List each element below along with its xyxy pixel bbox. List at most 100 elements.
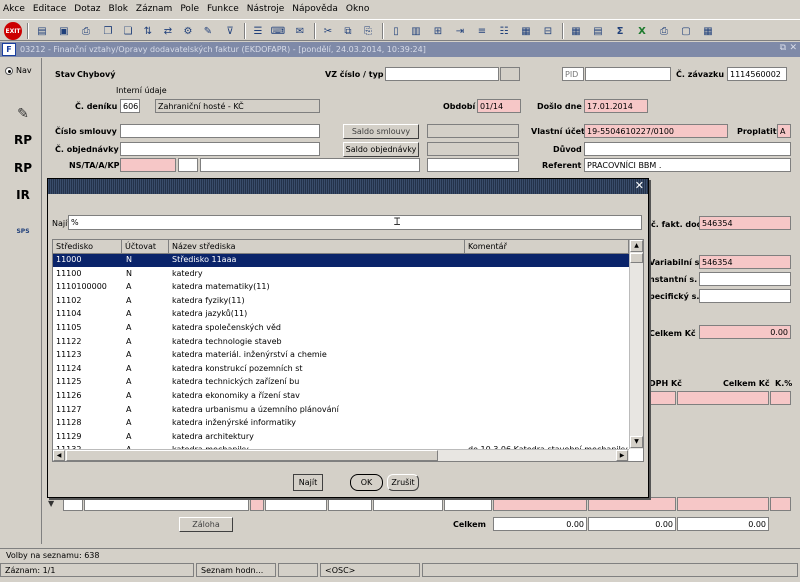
- ta-field[interactable]: [178, 158, 198, 172]
- lov-list[interactable]: Středisko Účtovat Název střediska Koment…: [52, 239, 644, 462]
- tree-icon[interactable]: ⊞: [430, 23, 446, 39]
- column-header-komentar[interactable]: Komentář: [465, 240, 629, 254]
- restore-icon[interactable]: ⧉: [780, 43, 786, 53]
- celkem-kc-field[interactable]: 0.00: [699, 325, 791, 339]
- execute-query-icon[interactable]: ⇄: [160, 23, 176, 39]
- vz-number-field[interactable]: [385, 67, 499, 81]
- nav-radio[interactable]: Nav: [5, 66, 32, 75]
- kp-field[interactable]: [427, 158, 519, 172]
- zavazek-field[interactable]: 1114560002: [727, 67, 787, 81]
- menu-item-8[interactable]: Nápověda: [292, 4, 338, 14]
- vz-type-field[interactable]: [500, 67, 520, 81]
- grid-k-field[interactable]: [770, 391, 791, 405]
- calendar2-icon[interactable]: ▤: [590, 23, 606, 39]
- copy-icon[interactable]: ❐: [100, 23, 116, 39]
- doc-icon[interactable]: ▯: [388, 23, 404, 39]
- scroll-down-icon[interactable]: ▼: [48, 499, 54, 508]
- bottom-cell-3[interactable]: [250, 497, 264, 511]
- bottom-cell-7[interactable]: [444, 497, 492, 511]
- bottom-cell-5[interactable]: [328, 497, 372, 511]
- clear-icon[interactable]: ✎: [200, 23, 216, 39]
- copy2-icon[interactable]: ⧉: [340, 23, 356, 39]
- bottom-cell-1[interactable]: [63, 497, 83, 511]
- smlouva-field[interactable]: [120, 124, 320, 138]
- list-item[interactable]: 11102 Akatedra fyziky(11): [53, 295, 629, 308]
- tools-icon[interactable]: ⚙: [180, 23, 196, 39]
- ucet-field[interactable]: 19-5504610227/0100: [584, 124, 728, 138]
- list2-icon[interactable]: ☷: [496, 23, 512, 39]
- paste-icon[interactable]: ❏: [120, 23, 136, 39]
- column-header-stredisko[interactable]: Středisko: [53, 240, 122, 254]
- print2-icon[interactable]: ⎙: [656, 23, 672, 39]
- sigma-icon[interactable]: Σ: [612, 23, 628, 39]
- list-item[interactable]: 11125 Akatedra technických zařízení bu: [53, 376, 629, 389]
- print-icon[interactable]: ⎙: [78, 23, 94, 39]
- bottom-cell-8[interactable]: [493, 497, 587, 511]
- list-item[interactable]: 11128 Akatedra inženýrské informatiky: [53, 417, 629, 430]
- zaloha-button[interactable]: Záloha: [179, 517, 233, 532]
- specificky-field[interactable]: [699, 289, 791, 303]
- hscroll-thumb[interactable]: [66, 450, 438, 461]
- filter-icon[interactable]: ⊽: [222, 23, 238, 39]
- scroll-right-icon[interactable]: ▶: [616, 450, 628, 461]
- column-header-uctovat[interactable]: Účtovat: [122, 240, 169, 254]
- horizontal-scrollbar[interactable]: ◀ ▶: [53, 449, 629, 461]
- scroll-up-icon[interactable]: ▲: [630, 240, 643, 252]
- ok-button[interactable]: OK: [350, 474, 383, 491]
- bottom-cell-4[interactable]: [265, 497, 327, 511]
- list-item[interactable]: 11100 Nkatedry: [53, 268, 629, 281]
- doslo-field[interactable]: 17.01.2014: [584, 99, 648, 113]
- list-item[interactable]: 11124 Akatedra konstrukcí pozemních st: [53, 363, 629, 376]
- fakt-field[interactable]: 546354: [699, 216, 791, 230]
- menu-item-3[interactable]: Blok: [109, 4, 128, 14]
- list-item[interactable]: 11105 Akatedra společenských věd: [53, 322, 629, 335]
- mail-icon[interactable]: ✉: [292, 23, 308, 39]
- search-input[interactable]: %: [68, 215, 642, 230]
- image-icon[interactable]: ▦: [518, 23, 534, 39]
- list-item[interactable]: 11000 N Středisko 11aaa: [53, 254, 629, 267]
- keyboard-icon[interactable]: ⌨: [270, 23, 286, 39]
- paste2-icon[interactable]: ⎘: [360, 23, 376, 39]
- saldo-objednavky-button[interactable]: Saldo objednávky: [343, 142, 419, 157]
- rp-eu-icon[interactable]: RP: [10, 156, 36, 180]
- list-item[interactable]: 11104 Akatedra jazyků(11): [53, 308, 629, 321]
- grid-icon[interactable]: ▦: [700, 23, 716, 39]
- scroll-down-icon[interactable]: ▼: [630, 436, 643, 448]
- column-header-nazev[interactable]: Název střediska: [169, 240, 465, 254]
- menu-item-9[interactable]: Okno: [346, 4, 370, 14]
- grid-celkem-field[interactable]: [677, 391, 769, 405]
- menu-item-0[interactable]: Akce: [3, 4, 25, 14]
- cut-icon[interactable]: ✂: [320, 23, 336, 39]
- list-item[interactable]: 11122 Akatedra technologie staveb: [53, 336, 629, 349]
- sps-icon[interactable]: SPS: [10, 211, 36, 235]
- rp-cz-icon[interactable]: RP: [10, 128, 36, 152]
- exit-icon[interactable]: EXIT: [4, 22, 22, 40]
- ir-cz-icon[interactable]: IR: [10, 183, 36, 207]
- referent-field[interactable]: PRACOVNÍCI BBM .: [584, 158, 791, 172]
- list-item[interactable]: 11123 Akatedra materiál. inženýrství a ch…: [53, 349, 629, 362]
- save-icon[interactable]: ▤: [34, 23, 50, 39]
- menu-item-4[interactable]: Záznam: [136, 4, 172, 14]
- edit-icon[interactable]: ✎: [10, 102, 36, 126]
- duvod-field[interactable]: [584, 142, 791, 156]
- preview-icon[interactable]: ▢: [678, 23, 694, 39]
- table-icon[interactable]: ⊟: [540, 23, 556, 39]
- bottom-cell-2[interactable]: [84, 497, 249, 511]
- ns-field[interactable]: [120, 158, 176, 172]
- proplatit-field[interactable]: A: [777, 124, 791, 138]
- list-item[interactable]: 11127 Akatedra urbanismu a územního pláno…: [53, 404, 629, 417]
- list-icon[interactable]: ☰: [250, 23, 266, 39]
- query-icon[interactable]: ⇅: [140, 23, 156, 39]
- bottom-cell-10[interactable]: [677, 497, 769, 511]
- excel-icon[interactable]: X: [634, 23, 650, 39]
- konstantni-field[interactable]: [699, 272, 791, 286]
- saldo-smlouvy-button[interactable]: Saldo smlouvy: [343, 124, 419, 139]
- cancel-button[interactable]: Zrušit: [387, 474, 419, 491]
- nav-icon[interactable]: ⇥: [452, 23, 468, 39]
- vertical-scrollbar[interactable]: ▲ ▼: [629, 240, 643, 449]
- lines-icon[interactable]: ≡: [474, 23, 490, 39]
- find-button[interactable]: Najít: [293, 474, 323, 491]
- denik-field[interactable]: 606: [120, 99, 140, 113]
- columns-icon[interactable]: ▥: [408, 23, 424, 39]
- list-item[interactable]: 11129 Akatedra architektury: [53, 431, 629, 444]
